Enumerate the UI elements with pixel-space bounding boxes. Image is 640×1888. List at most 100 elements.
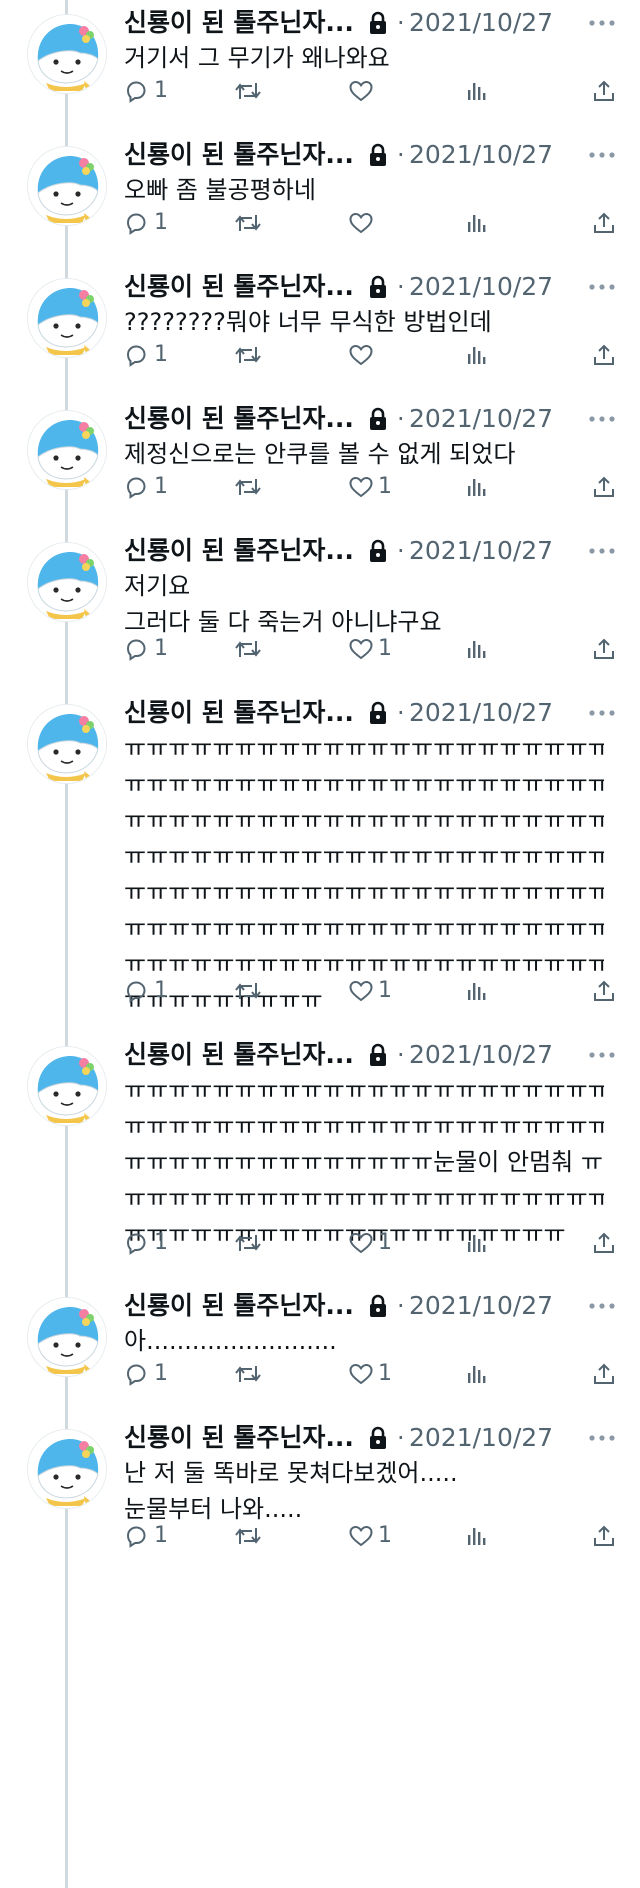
avatar[interactable]	[27, 146, 107, 226]
retweet-button[interactable]	[234, 338, 294, 372]
views-icon	[468, 1235, 486, 1252]
separator-dot: ·	[397, 405, 405, 433]
like-button[interactable]: 1	[348, 1226, 408, 1260]
share-button[interactable]	[592, 974, 622, 1008]
like-button[interactable]: 1	[348, 974, 408, 1008]
more-icon[interactable]	[584, 1040, 620, 1070]
tweet-date[interactable]: 2021/10/27	[409, 138, 553, 172]
lock-icon	[370, 275, 386, 298]
reply-button[interactable]: 1	[124, 74, 184, 108]
views-button[interactable]	[464, 632, 504, 666]
share-button[interactable]	[592, 632, 622, 666]
like-button[interactable]: 1	[348, 1357, 408, 1391]
retweet-button[interactable]	[234, 632, 294, 666]
like-button[interactable]	[348, 74, 408, 108]
share-button[interactable]	[592, 1226, 622, 1260]
tweet-header: 신룡이 된 톨주닌자... · 2021/10/27	[124, 138, 624, 172]
share-button[interactable]	[592, 1519, 622, 1553]
action-bar: 1 1	[124, 1226, 624, 1260]
reply-count: 1	[154, 210, 168, 235]
author-name[interactable]: 신룡이 된 톨주닌자...	[124, 1421, 354, 1455]
tweet-text: 제정신으로는 안쿠를 볼 수 없게 되었다	[124, 440, 516, 468]
tweet-date[interactable]: 2021/10/27	[409, 1421, 553, 1455]
separator-dot: ·	[397, 273, 405, 301]
avatar[interactable]	[27, 1046, 107, 1126]
share-button[interactable]	[592, 74, 622, 108]
more-icon[interactable]	[584, 698, 620, 728]
avatar[interactable]	[27, 1429, 107, 1509]
avatar[interactable]	[27, 704, 107, 784]
like-count: 1	[378, 636, 392, 661]
author-name[interactable]: 신룡이 된 톨주닌자...	[124, 1289, 354, 1323]
views-button[interactable]	[464, 974, 504, 1008]
reply-icon	[126, 981, 146, 1003]
tweet-date[interactable]: 2021/10/27	[409, 696, 553, 730]
like-button[interactable]: 1	[348, 1519, 408, 1553]
more-icon[interactable]	[584, 1423, 620, 1453]
reply-count: 1	[154, 474, 168, 499]
views-button[interactable]	[464, 1226, 504, 1260]
retweet-button[interactable]	[234, 974, 294, 1008]
views-button[interactable]	[464, 74, 504, 108]
reply-button[interactable]: 1	[124, 1519, 184, 1553]
like-button[interactable]: 1	[348, 632, 408, 666]
tweet-date[interactable]: 2021/10/27	[409, 1289, 553, 1323]
more-icon[interactable]	[584, 8, 620, 38]
share-button[interactable]	[592, 206, 622, 240]
views-button[interactable]	[464, 1519, 504, 1553]
avatar[interactable]	[27, 1297, 107, 1377]
retweet-button[interactable]	[234, 74, 294, 108]
reply-count: 1	[154, 1361, 168, 1386]
tweet-date[interactable]: 2021/10/27	[409, 1038, 553, 1072]
author-name[interactable]: 신룡이 된 톨주닌자...	[124, 402, 354, 436]
like-button[interactable]	[348, 338, 408, 372]
views-button[interactable]	[464, 1357, 504, 1391]
retweet-icon	[235, 1366, 261, 1382]
views-button[interactable]	[464, 338, 504, 372]
tweet-date[interactable]: 2021/10/27	[409, 270, 553, 304]
avatar[interactable]	[27, 14, 107, 94]
author-name[interactable]: 신룡이 된 톨주닌자...	[124, 696, 354, 730]
avatar[interactable]	[27, 410, 107, 490]
like-button[interactable]	[348, 206, 408, 240]
like-button[interactable]: 1	[348, 470, 408, 504]
reply-button[interactable]: 1	[124, 632, 184, 666]
reply-button[interactable]: 1	[124, 1357, 184, 1391]
author-name[interactable]: 신룡이 된 톨주닌자...	[124, 270, 354, 304]
avatar[interactable]	[27, 278, 107, 358]
retweet-button[interactable]	[234, 1519, 294, 1553]
author-name[interactable]: 신룡이 된 톨주닌자...	[124, 6, 354, 40]
retweet-icon	[235, 347, 261, 363]
views-button[interactable]	[464, 206, 504, 240]
more-icon[interactable]	[584, 1291, 620, 1321]
more-icon[interactable]	[584, 272, 620, 302]
tweet-date[interactable]: 2021/10/27	[409, 402, 553, 436]
views-button[interactable]	[464, 470, 504, 504]
like-icon	[349, 980, 373, 1002]
retweet-button[interactable]	[234, 1357, 294, 1391]
author-name[interactable]: 신룡이 된 톨주닌자...	[124, 138, 354, 172]
reply-button[interactable]: 1	[124, 974, 184, 1008]
share-button[interactable]	[592, 338, 622, 372]
reply-button[interactable]: 1	[124, 1226, 184, 1260]
retweet-button[interactable]	[234, 470, 294, 504]
avatar[interactable]	[27, 542, 107, 622]
retweet-button[interactable]	[234, 1226, 294, 1260]
more-icon[interactable]	[584, 404, 620, 434]
reply-button[interactable]: 1	[124, 206, 184, 240]
lock-icon	[370, 1043, 386, 1066]
like-count: 1	[378, 1361, 392, 1386]
reply-button[interactable]: 1	[124, 338, 184, 372]
share-button[interactable]	[592, 1357, 622, 1391]
author-name[interactable]: 신룡이 된 톨주닌자...	[124, 534, 354, 568]
retweet-button[interactable]	[234, 206, 294, 240]
more-icon[interactable]	[584, 536, 620, 566]
reply-icon	[126, 213, 146, 235]
tweet-date[interactable]: 2021/10/27	[409, 534, 553, 568]
share-button[interactable]	[592, 470, 622, 504]
reply-button[interactable]: 1	[124, 470, 184, 504]
tweet-date[interactable]: 2021/10/27	[409, 6, 553, 40]
author-name[interactable]: 신룡이 된 톨주닌자...	[124, 1038, 354, 1072]
more-icon[interactable]	[584, 140, 620, 170]
like-icon	[349, 638, 373, 660]
